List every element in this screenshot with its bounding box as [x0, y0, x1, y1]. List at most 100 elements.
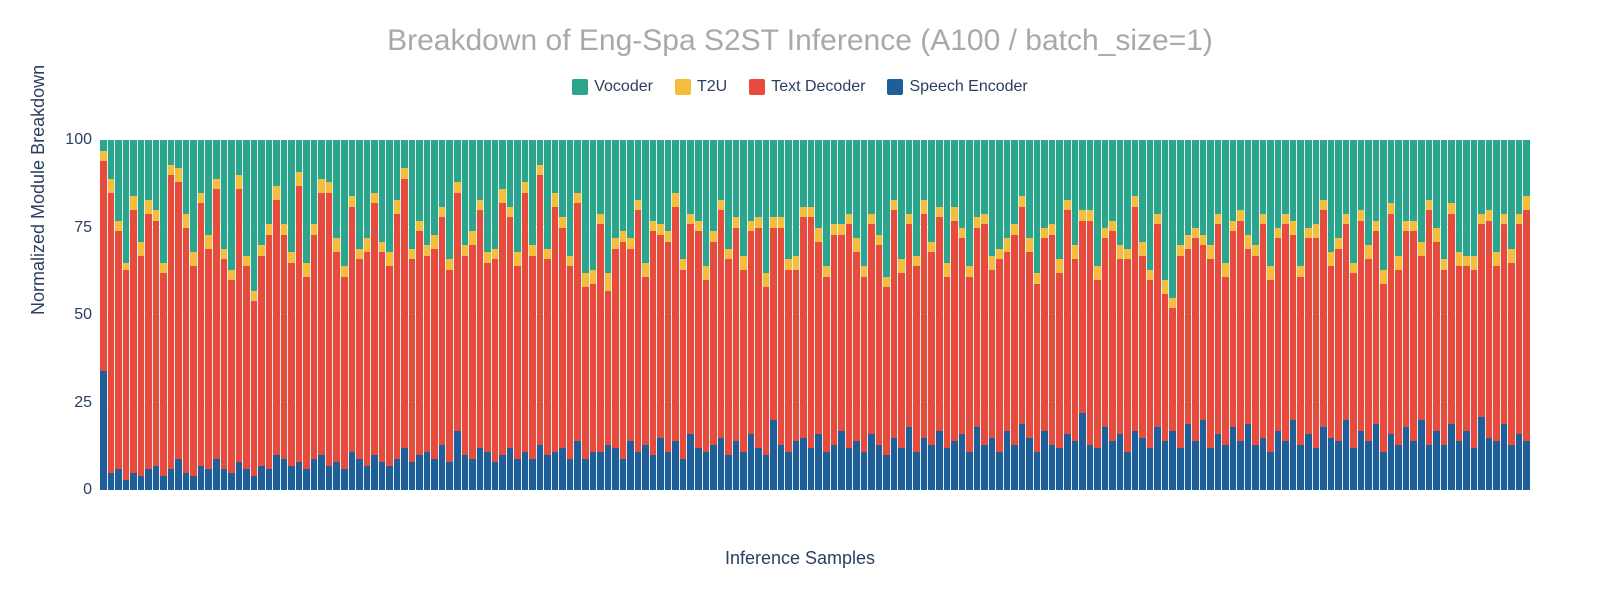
stacked-bar[interactable] [1418, 140, 1425, 490]
stacked-bar[interactable] [1456, 140, 1463, 490]
stacked-bar[interactable] [800, 140, 807, 490]
stacked-bar[interactable] [778, 140, 785, 490]
stacked-bar[interactable] [951, 140, 958, 490]
stacked-bar[interactable] [409, 140, 416, 490]
stacked-bar[interactable] [1267, 140, 1274, 490]
stacked-bar[interactable] [733, 140, 740, 490]
stacked-bar[interactable] [710, 140, 717, 490]
stacked-bar[interactable] [529, 140, 536, 490]
stacked-bar[interactable] [507, 140, 514, 490]
stacked-bar[interactable] [718, 140, 725, 490]
stacked-bar[interactable] [763, 140, 770, 490]
stacked-bar[interactable] [748, 140, 755, 490]
stacked-bar[interactable] [288, 140, 295, 490]
stacked-bar[interactable] [1433, 140, 1440, 490]
stacked-bar[interactable] [386, 140, 393, 490]
stacked-bar[interactable] [1147, 140, 1154, 490]
stacked-bar[interactable] [108, 140, 115, 490]
stacked-bar[interactable] [1297, 140, 1304, 490]
stacked-bar[interactable] [605, 140, 612, 490]
stacked-bar[interactable] [1139, 140, 1146, 490]
stacked-bar[interactable] [462, 140, 469, 490]
stacked-bar[interactable] [1501, 140, 1508, 490]
stacked-bar[interactable] [213, 140, 220, 490]
stacked-bar[interactable] [1493, 140, 1500, 490]
stacked-bar[interactable] [1200, 140, 1207, 490]
stacked-bar[interactable] [703, 140, 710, 490]
stacked-bar[interactable] [1282, 140, 1289, 490]
stacked-bar[interactable] [1245, 140, 1252, 490]
stacked-bar[interactable] [627, 140, 634, 490]
stacked-bar[interactable] [1358, 140, 1365, 490]
stacked-bar[interactable] [130, 140, 137, 490]
stacked-bar[interactable] [582, 140, 589, 490]
stacked-bar[interactable] [1523, 140, 1530, 490]
stacked-bar[interactable] [590, 140, 597, 490]
stacked-bar[interactable] [823, 140, 830, 490]
stacked-bar[interactable] [228, 140, 235, 490]
stacked-bar[interactable] [1508, 140, 1515, 490]
stacked-bar[interactable] [1072, 140, 1079, 490]
stacked-bar[interactable] [1373, 140, 1380, 490]
stacked-bar[interactable] [477, 140, 484, 490]
stacked-bar[interactable] [1471, 140, 1478, 490]
stacked-bar[interactable] [574, 140, 581, 490]
stacked-bar[interactable] [921, 140, 928, 490]
stacked-bar[interactable] [1222, 140, 1229, 490]
stacked-bar[interactable] [1124, 140, 1131, 490]
stacked-bar[interactable] [1335, 140, 1342, 490]
stacked-bar[interactable] [115, 140, 122, 490]
stacked-bar[interactable] [183, 140, 190, 490]
stacked-bar[interactable] [1328, 140, 1335, 490]
stacked-bar[interactable] [318, 140, 325, 490]
stacked-bar[interactable] [266, 140, 273, 490]
stacked-bar[interactable] [326, 140, 333, 490]
stacked-bar[interactable] [522, 140, 529, 490]
stacked-bar[interactable] [236, 140, 243, 490]
stacked-bar[interactable] [243, 140, 250, 490]
stacked-bar[interactable] [251, 140, 258, 490]
stacked-bar[interactable] [364, 140, 371, 490]
stacked-bar[interactable] [221, 140, 228, 490]
stacked-bar[interactable] [831, 140, 838, 490]
stacked-bar[interactable] [1380, 140, 1387, 490]
stacked-bar[interactable] [1109, 140, 1116, 490]
stacked-bar[interactable] [1102, 140, 1109, 490]
stacked-bar[interactable] [431, 140, 438, 490]
stacked-bar[interactable] [1395, 140, 1402, 490]
stacked-bar[interactable] [913, 140, 920, 490]
stacked-bar[interactable] [1410, 140, 1417, 490]
stacked-bar[interactable] [755, 140, 762, 490]
stacked-bar[interactable] [379, 140, 386, 490]
stacked-bar[interactable] [198, 140, 205, 490]
stacked-bar[interactable] [303, 140, 310, 490]
stacked-bar[interactable] [1486, 140, 1493, 490]
stacked-bar[interactable] [559, 140, 566, 490]
legend-item-textdecoder[interactable]: Text Decoder [749, 78, 865, 96]
stacked-bar[interactable] [1079, 140, 1086, 490]
stacked-bar[interactable] [1313, 140, 1320, 490]
stacked-bar[interactable] [906, 140, 913, 490]
stacked-bar[interactable] [936, 140, 943, 490]
legend-item-t2u[interactable]: T2U [675, 78, 727, 96]
stacked-bar[interactable] [1230, 140, 1237, 490]
stacked-bar[interactable] [153, 140, 160, 490]
stacked-bar[interactable] [1463, 140, 1470, 490]
stacked-bar[interactable] [1094, 140, 1101, 490]
stacked-bar[interactable] [401, 140, 408, 490]
stacked-bar[interactable] [454, 140, 461, 490]
stacked-bar[interactable] [1056, 140, 1063, 490]
stacked-bar[interactable] [1004, 140, 1011, 490]
stacked-bar[interactable] [846, 140, 853, 490]
stacked-bar[interactable] [567, 140, 574, 490]
stacked-bar[interactable] [1192, 140, 1199, 490]
stacked-bar[interactable] [989, 140, 996, 490]
stacked-bar[interactable] [687, 140, 694, 490]
stacked-bar[interactable] [416, 140, 423, 490]
stacked-bar[interactable] [1448, 140, 1455, 490]
stacked-bar[interactable] [1260, 140, 1267, 490]
stacked-bar[interactable] [680, 140, 687, 490]
stacked-bar[interactable] [1117, 140, 1124, 490]
stacked-bar[interactable] [1403, 140, 1410, 490]
stacked-bar[interactable] [190, 140, 197, 490]
